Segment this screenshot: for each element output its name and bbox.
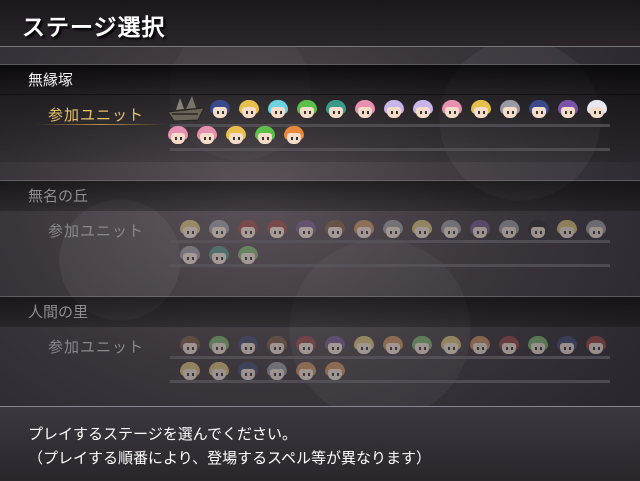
character-unit-icon — [178, 336, 202, 358]
character-unit-icon — [236, 220, 260, 242]
stage-header-band — [0, 180, 640, 211]
character-unit-icon — [207, 336, 231, 358]
character-unit-icon — [265, 220, 289, 242]
character-unit-icon — [294, 336, 318, 358]
character-unit-icon — [294, 220, 318, 242]
character-unit-icon — [323, 362, 347, 384]
unit-label: 参加ユニット — [48, 338, 145, 356]
character-unit-icon — [556, 100, 580, 122]
unit-row-divider — [170, 148, 610, 151]
character-unit-icon — [178, 246, 202, 268]
stage-header-band — [0, 64, 640, 95]
page-title: ステージ選択 — [22, 14, 166, 41]
character-unit-icon — [555, 336, 579, 358]
character-unit-icon — [469, 100, 493, 122]
unit-label: 参加ユニット — [48, 106, 145, 124]
character-unit-icon — [236, 362, 260, 384]
character-unit-icon — [166, 126, 190, 148]
unit-icon-row — [166, 96, 614, 124]
character-unit-icon — [585, 100, 609, 122]
character-unit-icon — [208, 100, 232, 122]
stage-option-mumei-no-oka[interactable]: 無名の丘 参加ユニット — [0, 180, 640, 280]
character-unit-icon — [207, 246, 231, 268]
character-unit-icon — [555, 220, 579, 242]
character-unit-icon — [237, 100, 261, 122]
unit-icon-row — [166, 126, 311, 148]
character-unit-icon — [498, 100, 522, 122]
stage-option-ningen-no-sato[interactable]: 人間の里 参加ユニット — [0, 296, 640, 396]
character-unit-icon — [207, 362, 231, 384]
character-unit-icon — [178, 362, 202, 384]
unit-label: 参加ユニット — [48, 222, 145, 240]
character-unit-icon — [439, 220, 463, 242]
character-unit-icon — [381, 336, 405, 358]
selection-underline — [36, 124, 166, 125]
character-unit-icon — [497, 336, 521, 358]
stage-name: 人間の里 — [28, 303, 89, 321]
character-unit-icon — [266, 100, 290, 122]
character-unit-icon — [584, 336, 608, 358]
instruction-panel: プレイするステージを選んでください。 （プレイする順番により、登場するスペル等が… — [0, 406, 640, 481]
character-unit-icon — [410, 336, 434, 358]
header-bar: ステージ選択 — [0, 0, 640, 47]
character-unit-icon — [236, 246, 260, 268]
character-unit-icon — [195, 126, 219, 148]
character-unit-icon — [294, 362, 318, 384]
unit-icon-row — [178, 220, 613, 242]
character-unit-icon — [584, 220, 608, 242]
character-unit-icon — [353, 100, 377, 122]
character-unit-icon — [410, 220, 434, 242]
character-unit-icon — [236, 336, 260, 358]
stage-header-band — [0, 296, 640, 327]
character-unit-icon — [352, 220, 376, 242]
character-unit-icon — [253, 126, 277, 148]
ship-unit-icon — [166, 94, 206, 124]
character-unit-icon — [382, 100, 406, 122]
character-unit-icon — [265, 362, 289, 384]
character-unit-icon — [265, 336, 289, 358]
character-unit-icon — [282, 126, 306, 148]
character-unit-icon — [352, 336, 376, 358]
character-unit-icon — [527, 100, 551, 122]
unit-icon-row — [178, 336, 613, 358]
character-unit-icon — [526, 336, 550, 358]
character-unit-icon — [323, 336, 347, 358]
stage-name: 無名の丘 — [28, 187, 89, 205]
character-unit-icon — [295, 100, 319, 122]
unit-icon-row — [178, 246, 265, 268]
stage-name: 無縁塚 — [28, 71, 74, 89]
character-unit-icon — [468, 336, 492, 358]
character-unit-icon — [497, 220, 521, 242]
character-unit-icon — [381, 220, 405, 242]
character-unit-icon — [439, 336, 463, 358]
character-unit-icon — [440, 100, 464, 122]
character-unit-icon — [526, 220, 550, 242]
character-unit-icon — [468, 220, 492, 242]
character-unit-icon — [411, 100, 435, 122]
character-unit-icon — [323, 220, 347, 242]
character-unit-icon — [324, 100, 348, 122]
unit-icon-row — [178, 362, 352, 384]
character-unit-icon — [224, 126, 248, 148]
character-unit-icon — [178, 220, 202, 242]
instruction-note: （プレイする順番により、登場するスペル等が異なります） — [28, 449, 432, 467]
stage-option-muenzuka[interactable]: 無縁塚 参加ユニット — [0, 64, 640, 164]
character-unit-icon — [207, 220, 231, 242]
instruction-text: プレイするステージを選んでください。 — [28, 425, 297, 443]
